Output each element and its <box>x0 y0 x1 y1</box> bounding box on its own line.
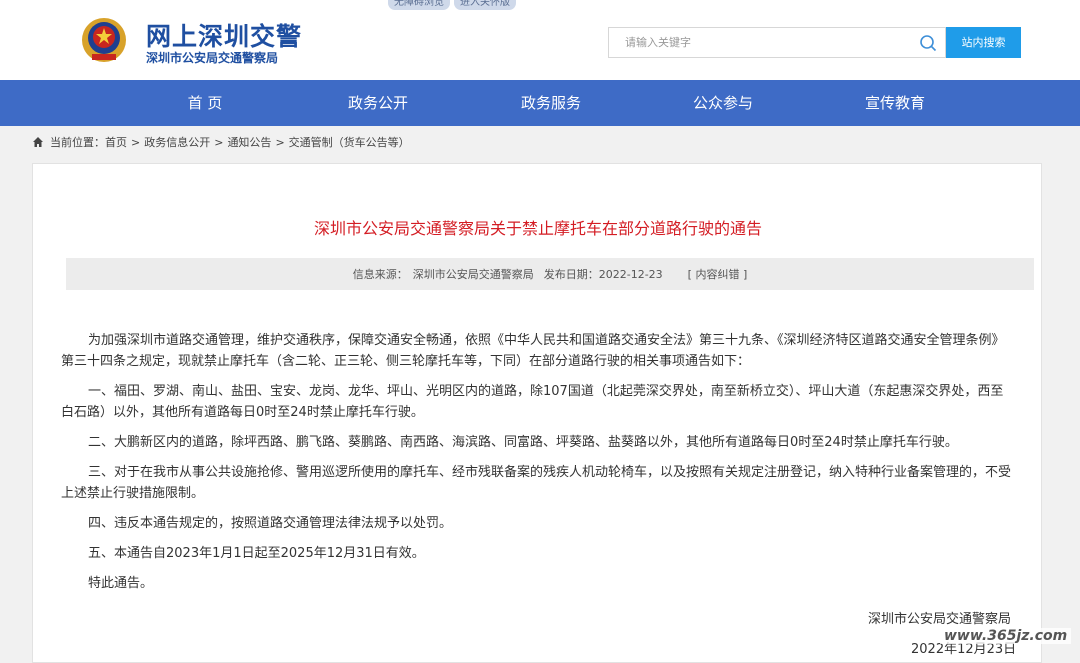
barrier-free-button[interactable]: 无障碍浏览 <box>388 0 450 10</box>
site-header: 无障碍浏览 进入关怀版 网上深圳交警 深圳市公安局交通警察局 站内搜索 <box>0 0 1080 80</box>
article-title: 深圳市公安局交通警察局关于禁止摩托车在部分道路行驶的通告 <box>313 219 762 238</box>
article-paragraph: 一、福田、罗湖、南山、盐田、宝安、龙岗、龙华、坪山、光明区内的道路，除107国道… <box>61 384 1004 420</box>
watermark: www.365jz.com <box>940 628 1072 644</box>
search-icon[interactable] <box>919 34 937 52</box>
police-emblem-icon[interactable] <box>80 16 128 66</box>
article-paragraph: 特此通告。 <box>88 576 154 591</box>
article-meta: 信息来源： 深圳市公安局交通警察局 发布日期： 2022-12-23 [ 内容纠… <box>66 258 1034 290</box>
breadcrumb-separator: > <box>275 135 285 149</box>
breadcrumb-item-traffic-control[interactable]: 交通管制（货车公告等） <box>289 134 410 150</box>
article-paragraph: 三、对于在我市从事公共设施抢修、警用巡逻所使用的摩托车、经市残联备案的残疾人机动… <box>61 465 1012 501</box>
search-button[interactable]: 站内搜索 <box>946 27 1021 58</box>
search-input[interactable] <box>609 28 899 57</box>
home-icon <box>33 137 43 147</box>
breadcrumb: 当前位置： 首页 > 政务信息公开 > 通知公告 > 交通管制（货车公告等） <box>32 134 410 150</box>
nav-item-gov-services[interactable]: 政务服务 <box>481 80 621 126</box>
breadcrumb-separator: > <box>131 135 141 149</box>
accessibility-bar: 无障碍浏览 进入关怀版 <box>388 0 516 10</box>
nav-item-home[interactable]: 首 页 <box>135 80 275 126</box>
site-subtitle: 深圳市公安局交通警察局 <box>146 51 279 65</box>
article-paragraph: 五、本通告自2023年1月1日起至2025年12月31日有效。 <box>88 546 425 561</box>
article-card: 深圳市公安局交通警察局关于禁止摩托车在部分道路行驶的通告 信息来源： 深圳市公安… <box>32 163 1042 663</box>
elderly-mode-button[interactable]: 进入关怀版 <box>454 0 516 10</box>
date-value: 2022-12-23 <box>598 267 663 281</box>
main-nav: 首 页 政务公开 政务服务 公众参与 宣传教育 <box>0 80 1080 126</box>
nav-item-publicity-education[interactable]: 宣传教育 <box>825 80 965 126</box>
breadcrumb-item-notices[interactable]: 通知公告 <box>227 134 271 150</box>
article-paragraph: 四、违反本通告规定的，按照道路交通管理法律法规予以处罚。 <box>88 516 453 531</box>
breadcrumb-separator: > <box>214 135 224 149</box>
breadcrumb-prefix: 当前位置： <box>50 136 105 149</box>
source-value: 深圳市公安局交通警察局 <box>412 268 534 281</box>
breadcrumb-item-home[interactable]: 首页 <box>105 134 127 150</box>
site-title[interactable]: 网上深圳交警 <box>146 17 302 53</box>
article-body: 为加强深圳市道路交通管理，维护交通秩序，保障交通安全畅通，依照《中华人民共和国道… <box>61 330 1011 603</box>
breadcrumb-item-gov-info[interactable]: 政务信息公开 <box>144 134 210 150</box>
search-box <box>608 27 946 58</box>
article-paragraph: 二、大鹏新区内的道路，除坪西路、鹏飞路、葵鹏路、南西路、海滨路、同富路、坪葵路、… <box>88 435 958 450</box>
content-error-link[interactable]: [ 内容纠错 ] <box>688 266 748 282</box>
article-paragraph: 为加强深圳市道路交通管理，维护交通秩序，保障交通安全畅通，依照《中华人民共和国道… <box>61 333 1005 369</box>
source-label: 信息来源： <box>352 268 408 281</box>
article-signature: 深圳市公安局交通警察局 <box>868 612 1012 627</box>
date-label: 发布日期： <box>543 268 599 281</box>
nav-item-public-participation[interactable]: 公众参与 <box>653 80 793 126</box>
nav-item-gov-affairs[interactable]: 政务公开 <box>308 80 448 126</box>
